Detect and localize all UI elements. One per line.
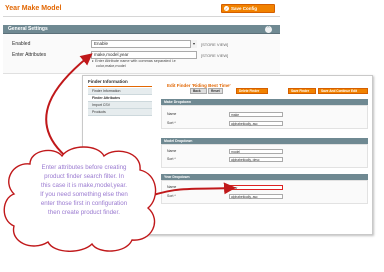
cloud-note-line: enter those first in configuration [40, 199, 128, 207]
cloud-note-line: this case it is make,model,year. [41, 181, 127, 189]
cloud-note-text: Enter attributes before creating product… [18, 164, 150, 217]
cloud-note-line: then create product finder. [48, 208, 120, 216]
cloud-note-line: Enter attributes before creating [41, 164, 127, 171]
cloud-note-line: product finder search filter. In [44, 172, 124, 180]
cloud-note-line: If you need something else then [40, 190, 128, 198]
